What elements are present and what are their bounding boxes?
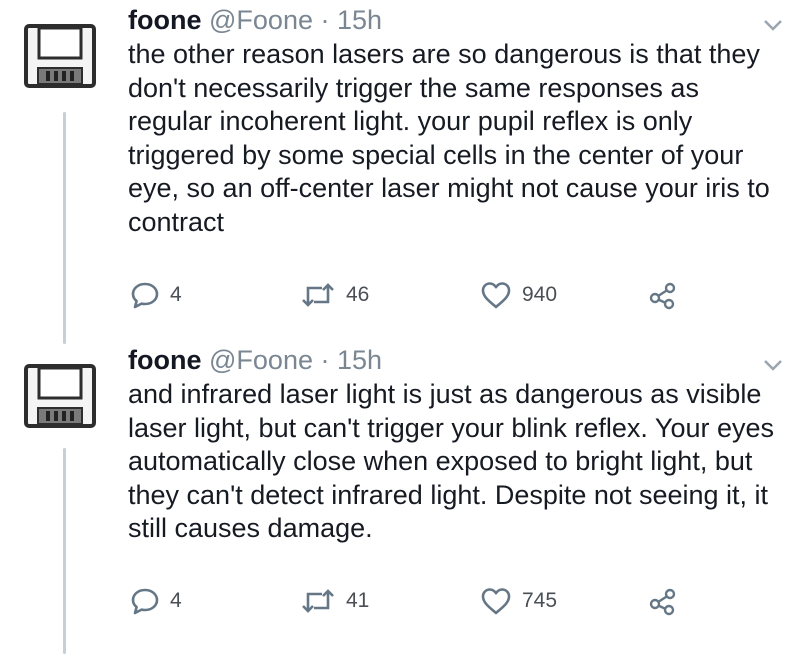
handle[interactable]: @Foone <box>209 5 313 35</box>
tweet-header: foone @Foone · 15h <box>128 344 382 376</box>
separator: · <box>320 345 330 375</box>
timestamp[interactable]: 15h <box>337 345 382 375</box>
tweet-text: the other reason lasers are so dangerous… <box>128 39 770 237</box>
retweet-count: 46 <box>346 283 370 306</box>
tweet[interactable]: foone @Foone · 15h and infrared laser li… <box>0 340 800 654</box>
reply-count: 4 <box>170 589 182 612</box>
heart-icon <box>481 282 511 309</box>
floppy-disk-icon <box>24 364 96 428</box>
avatar[interactable] <box>24 364 96 428</box>
retweet-button[interactable]: 46 <box>300 278 369 312</box>
avatar[interactable] <box>24 24 96 88</box>
tweet-menu-button[interactable] <box>760 16 786 34</box>
reply-icon <box>131 588 159 615</box>
floppy-disk-icon <box>24 24 96 88</box>
share-icon <box>649 282 676 310</box>
tweet-text: and infrared laser light is just as dang… <box>128 379 774 543</box>
like-button[interactable]: 940 <box>480 278 557 312</box>
display-name[interactable]: foone <box>128 5 202 35</box>
chevron-down-icon <box>764 20 782 31</box>
reply-icon <box>131 282 159 309</box>
handle[interactable]: @Foone <box>209 345 313 375</box>
chevron-down-icon <box>764 360 782 371</box>
like-count: 940 <box>522 283 558 306</box>
retweet-icon <box>302 589 334 613</box>
reply-button[interactable]: 4 <box>130 278 182 312</box>
retweet-icon <box>302 283 334 307</box>
share-icon <box>649 588 676 616</box>
share-button[interactable] <box>648 584 678 618</box>
reply-count: 4 <box>170 283 182 306</box>
tweet-actions: 4 46 940 <box>128 278 788 312</box>
timestamp[interactable]: 15h <box>337 5 382 35</box>
tweet-menu-button[interactable] <box>760 356 786 374</box>
tweet-actions: 4 41 745 <box>128 584 788 618</box>
display-name[interactable]: foone <box>128 345 202 375</box>
like-count: 745 <box>522 589 558 612</box>
retweet-count: 41 <box>346 589 370 612</box>
tweet[interactable]: foone @Foone · 15h the other reason lase… <box>0 0 800 340</box>
separator: · <box>320 5 330 35</box>
share-button[interactable] <box>648 278 678 312</box>
like-button[interactable]: 745 <box>480 584 557 618</box>
reply-button[interactable]: 4 <box>130 584 182 618</box>
tweet-header: foone @Foone · 15h <box>128 4 382 36</box>
retweet-button[interactable]: 41 <box>300 584 369 618</box>
heart-icon <box>481 588 511 615</box>
